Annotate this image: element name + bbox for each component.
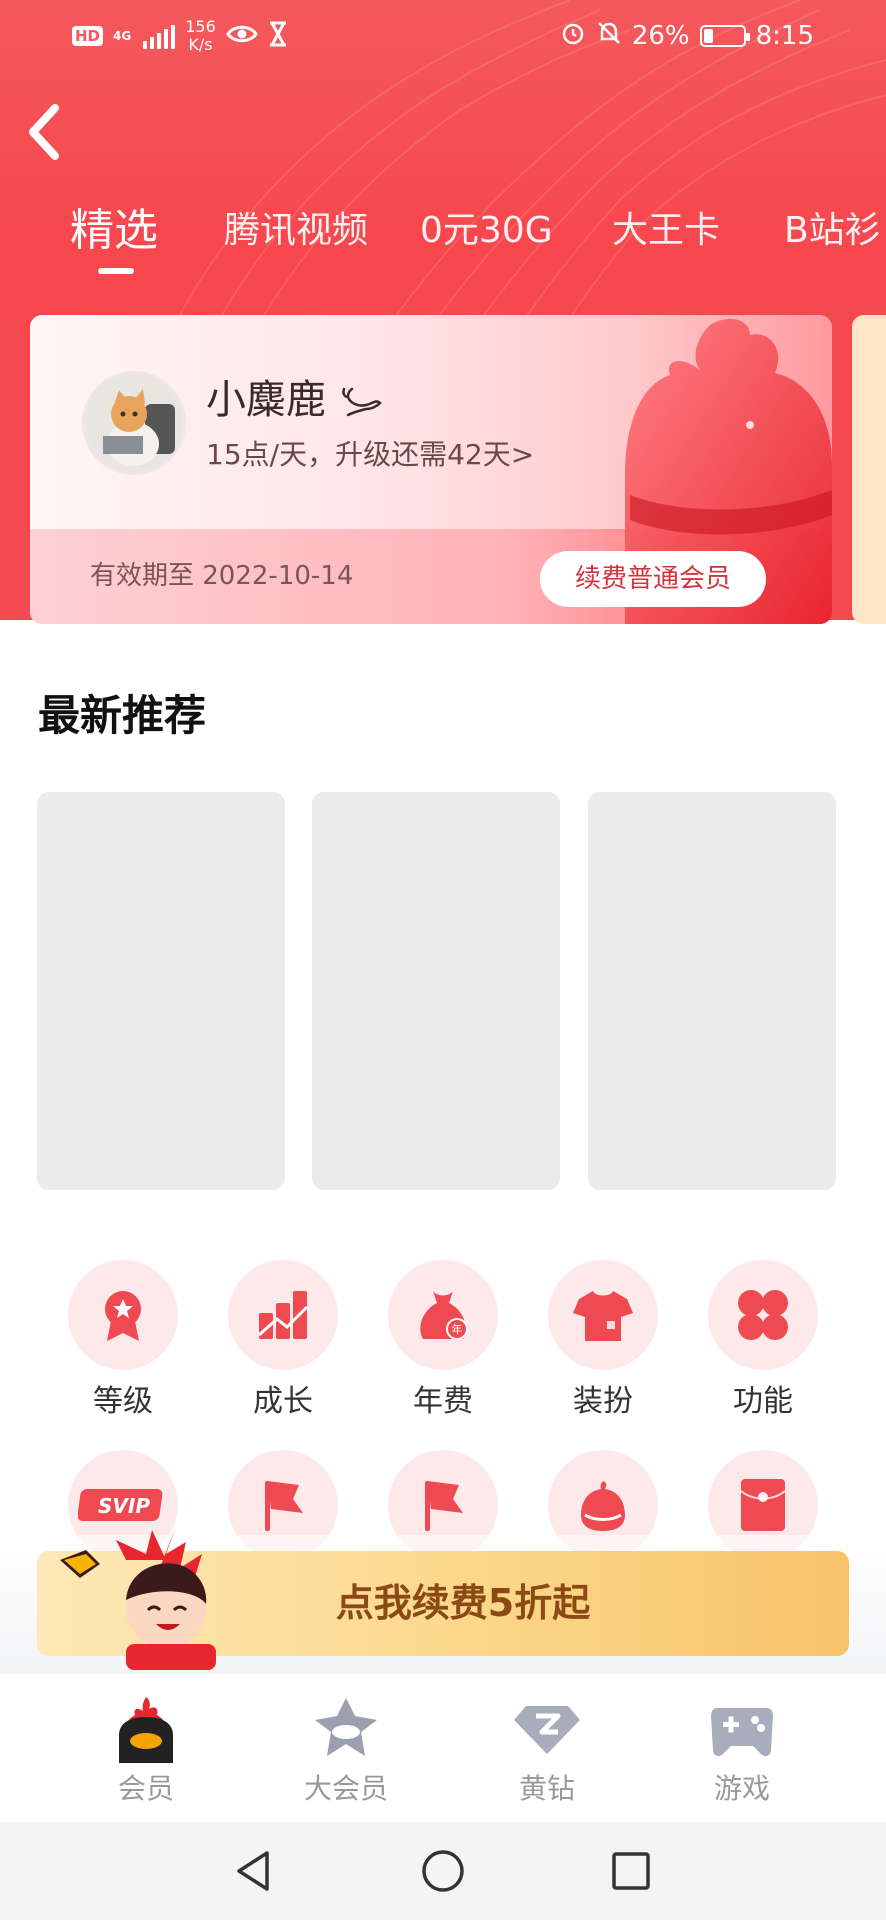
grid-item-dressup[interactable]: 装扮 bbox=[533, 1260, 673, 1420]
annual-bag-icon: 年 bbox=[388, 1260, 498, 1370]
recommend-card[interactable] bbox=[37, 792, 285, 1190]
nav-big-member[interactable]: 大会员 bbox=[276, 1692, 416, 1806]
status-bar: HD 4G 156 K/s 26% 8:15 bbox=[0, 0, 886, 72]
avatar[interactable] bbox=[82, 371, 186, 475]
bottom-nav: 会员 大会员 黄钻 游戏 bbox=[0, 1674, 886, 1822]
nav-yellow-diamond[interactable]: 黄钻 bbox=[477, 1692, 617, 1806]
gamepad-icon bbox=[672, 1692, 812, 1768]
svg-text:SVIP: SVIP bbox=[98, 1494, 150, 1518]
alarm-icon bbox=[560, 20, 586, 53]
mute-bell-icon bbox=[596, 20, 622, 53]
medal-icon bbox=[68, 1260, 178, 1370]
hourglass-icon bbox=[268, 21, 288, 51]
battery-icon bbox=[699, 25, 750, 47]
network-speed: 156 K/s bbox=[185, 17, 216, 54]
back-triangle-icon[interactable] bbox=[228, 1846, 278, 1896]
cartoon-character-icon bbox=[60, 1526, 216, 1670]
chevron-left-icon bbox=[29, 104, 59, 160]
next-card-peek[interactable] bbox=[852, 315, 886, 624]
home-circle-icon[interactable] bbox=[418, 1846, 468, 1896]
system-navigation-bar bbox=[0, 1822, 886, 1920]
deer-icon bbox=[342, 387, 382, 417]
growth-icon bbox=[228, 1260, 338, 1370]
network-type: 4G bbox=[113, 29, 132, 43]
member-card[interactable]: 小麋鹿 15点/天，升级还需42天> 有效期至 2022-10-14 续费普通会… bbox=[30, 315, 832, 624]
tshirt-icon bbox=[548, 1260, 658, 1370]
tab-active-indicator bbox=[98, 268, 134, 274]
grid-item-annual[interactable]: 年 年费 bbox=[373, 1260, 513, 1420]
expire-date: 有效期至 2022-10-14 bbox=[90, 561, 354, 591]
renew-normal-member-button[interactable]: 续费普通会员 bbox=[540, 551, 766, 607]
section-title-latest: 最新推荐 bbox=[38, 691, 207, 740]
tab-bilibili[interactable]: B站衫 bbox=[784, 196, 881, 266]
big-member-icon bbox=[276, 1692, 416, 1768]
clover-icon bbox=[708, 1260, 818, 1370]
user-nickname: 小麋鹿 bbox=[206, 377, 326, 423]
recents-square-icon[interactable] bbox=[606, 1846, 656, 1896]
level-progress-link[interactable]: 15点/天，升级还需42天> bbox=[206, 437, 534, 473]
hd-indicator: HD bbox=[72, 26, 104, 46]
eye-icon bbox=[225, 23, 258, 49]
nav-member[interactable]: 会员 bbox=[76, 1692, 216, 1806]
clock-time: 8:15 bbox=[755, 21, 814, 51]
tab-king-card[interactable]: 大王卡 bbox=[612, 196, 720, 266]
tab-featured[interactable]: 精选 bbox=[70, 196, 158, 266]
tab-tencent-video[interactable]: 腾讯视频 bbox=[224, 196, 368, 266]
category-tabs: 精选 腾讯视频 0元30G 大王卡 B站衫 bbox=[0, 196, 886, 276]
svg-text:年: 年 bbox=[452, 1322, 463, 1336]
flame-penguin-icon bbox=[76, 1692, 216, 1768]
recommend-card[interactable] bbox=[588, 792, 836, 1190]
diamond-icon bbox=[477, 1692, 617, 1768]
tab-free-30g[interactable]: 0元30G bbox=[420, 196, 553, 266]
nav-game[interactable]: 游戏 bbox=[672, 1692, 812, 1806]
grid-item-level[interactable]: 等级 bbox=[53, 1260, 193, 1420]
grid-item-function[interactable]: 功能 bbox=[693, 1260, 833, 1420]
recommend-card[interactable] bbox=[312, 792, 560, 1190]
grid-item-growth[interactable]: 成长 bbox=[213, 1260, 353, 1420]
signal-icon bbox=[143, 23, 176, 49]
back-button[interactable] bbox=[18, 100, 68, 164]
battery-percent: 26% bbox=[631, 21, 690, 51]
